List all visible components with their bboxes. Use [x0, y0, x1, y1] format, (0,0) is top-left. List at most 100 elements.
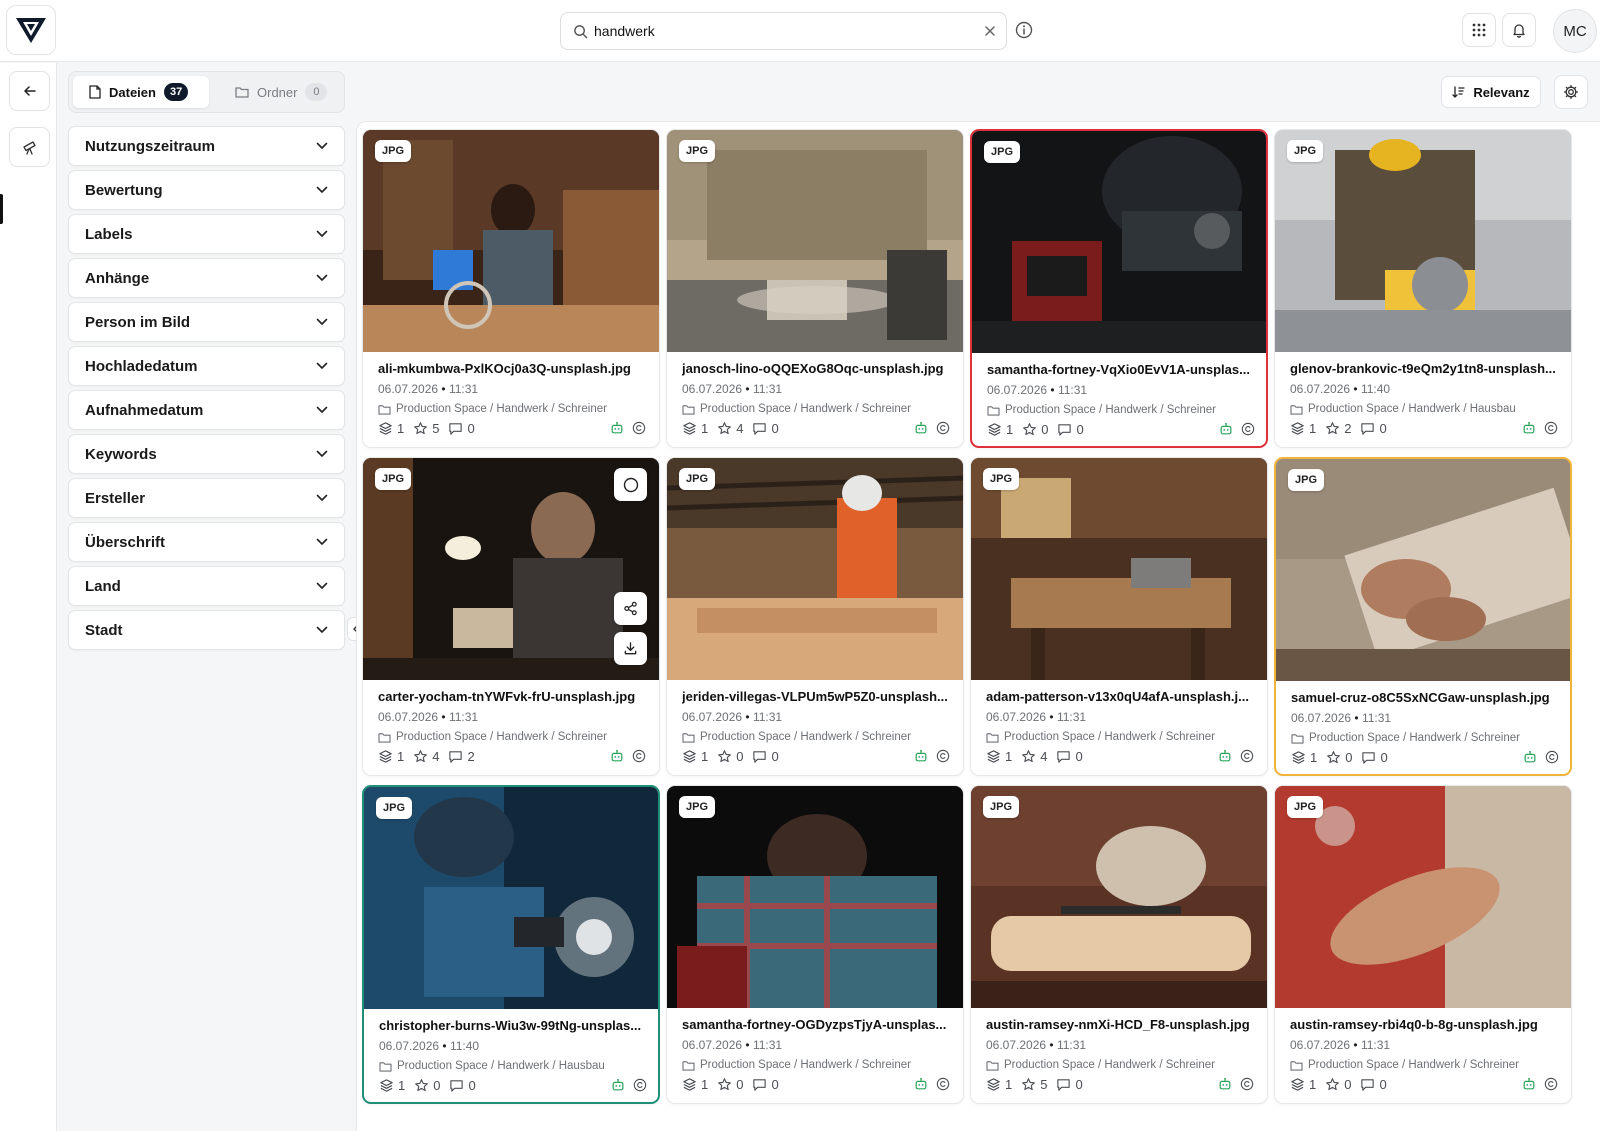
search-mode-button[interactable]: [9, 127, 50, 167]
tab-files[interactable]: Dateien 37: [73, 76, 209, 108]
apps-grid-button[interactable]: [1462, 13, 1496, 47]
share-button[interactable]: [614, 592, 647, 625]
chevron-down-icon: [316, 538, 328, 545]
asset-stats: 1 4 0: [986, 747, 1254, 765]
versions-icon: [379, 421, 392, 435]
info-icon[interactable]: [1014, 20, 1034, 40]
asset-thumbnail[interactable]: JPG: [1276, 459, 1570, 681]
asset-thumbnail[interactable]: JPG: [667, 786, 963, 1008]
file-type-badge: JPG: [679, 140, 716, 162]
versions-count-value: 1: [1310, 749, 1318, 765]
versions-icon: [379, 749, 392, 763]
folder-path[interactable]: Production Space / Handwerk / Schreiner: [682, 401, 952, 417]
asset-card[interactable]: JPG jeriden-villegas-VLPUm5wP5Z0-unsplash…: [666, 457, 964, 776]
versions-count: 1: [682, 1077, 708, 1092]
asset-status-icons: [602, 749, 646, 763]
asset-card[interactable]: JPG ali-mkumbwa-PxlKOcj0a3Q-unsplash.jpg 0…: [362, 129, 660, 448]
file-type-badge: JPG: [1287, 140, 1324, 162]
asset-thumbnail[interactable]: JPG: [971, 786, 1267, 1008]
copyright-icon: [936, 749, 950, 763]
filter-ersteller[interactable]: Ersteller: [68, 478, 345, 518]
versions-count-value: 1: [1005, 748, 1013, 764]
user-avatar[interactable]: MC: [1553, 9, 1597, 53]
versions-icon: [1291, 421, 1304, 435]
app-logo[interactable]: [6, 5, 56, 55]
asset-meta: austin-ramsey-nmXi-HCD_F8-unsplash.jpg 06…: [986, 1016, 1256, 1073]
filter-label: Ersteller: [85, 489, 146, 507]
copyright-icon: [1544, 421, 1558, 435]
filter-land[interactable]: Land: [68, 566, 345, 606]
filter-stadt[interactable]: Stadt: [68, 610, 345, 650]
asset-card[interactable]: JPG samantha-fortney-OGDyzpsTjyA-unsplas.…: [666, 785, 964, 1104]
rating-value: 0: [433, 1077, 441, 1093]
filter-hochladedatum[interactable]: Hochladedatum: [68, 346, 345, 386]
asset-card[interactable]: JPG austin-ramsey-rbi4q0-b-8g-unsplash.jp…: [1274, 785, 1572, 1104]
date-value: 06.07.2026: [379, 1039, 440, 1053]
view-settings-button[interactable]: [1554, 75, 1588, 109]
asset-thumbnail[interactable]: JPG: [1275, 130, 1571, 352]
folder-path[interactable]: Production Space / Handwerk / Hausbau: [379, 1058, 649, 1074]
asset-thumbnail[interactable]: JPG: [363, 458, 659, 680]
asset-thumbnail[interactable]: JPG: [971, 458, 1267, 680]
asset-card[interactable]: JPG christopher-burns-Wiu3w-99tNg-unsplas…: [362, 785, 660, 1104]
star-icon: [1022, 749, 1036, 762]
search-bar: [560, 12, 1007, 50]
file-name: samantha-fortney-OGDyzpsTjyA-unsplas...: [682, 1017, 947, 1032]
comments-count-value: 0: [1076, 421, 1084, 437]
filter-person-im-bild[interactable]: Person im Bild: [68, 302, 345, 342]
asset-card[interactable]: JPG austin-ramsey-nmXi-HCD_F8-unsplash.jp…: [970, 785, 1268, 1104]
select-checkbox[interactable]: [614, 468, 647, 501]
asset-card[interactable]: JPG samuel-cruz-o8C5SxNCGaw-unsplash.jpg 0…: [1274, 457, 1572, 776]
asset-card[interactable]: JPG carter-yocham-tnYWFvk-frU-unsplash.jp…: [362, 457, 660, 776]
asset-card[interactable]: JPG adam-patterson-v13x0qU4afA-unsplash.j…: [970, 457, 1268, 776]
folder-icon: [378, 404, 391, 415]
folder-path[interactable]: Production Space / Handwerk / Schreiner: [378, 729, 648, 745]
folder-path[interactable]: Production Space / Handwerk / Hausbau: [1290, 401, 1560, 417]
download-button[interactable]: [614, 632, 647, 665]
asset-card[interactable]: JPG samantha-fortney-VqXio0EvV1A-unsplas.…: [970, 129, 1268, 448]
search-input[interactable]: [594, 20, 974, 42]
comments-count-value: 0: [771, 748, 779, 764]
versions-icon: [683, 1077, 696, 1091]
back-button[interactable]: [9, 71, 50, 111]
asset-thumbnail[interactable]: JPG: [364, 787, 658, 1009]
copyright-icon: [936, 421, 950, 435]
filter-nutzungszeitraum[interactable]: Nutzungszeitraum: [68, 126, 345, 166]
filter-labels[interactable]: Labels: [68, 214, 345, 254]
folder-path[interactable]: Production Space / Handwerk / Schreiner: [682, 729, 952, 745]
asset-thumbnail[interactable]: JPG: [972, 131, 1266, 353]
folder-path[interactable]: Production Space / Handwerk / Schreiner: [378, 401, 648, 417]
copyright-icon: [1545, 750, 1559, 764]
rating: 0: [1325, 1077, 1351, 1092]
filter-keywords[interactable]: Keywords: [68, 434, 345, 474]
asset-status-icons: [1210, 749, 1254, 763]
folder-path[interactable]: Production Space / Handwerk / Schreiner: [682, 1057, 952, 1073]
asset-thumbnail[interactable]: JPG: [667, 458, 963, 680]
folder-path[interactable]: Production Space / Handwerk / Schreiner: [986, 729, 1256, 745]
filter-überschrift[interactable]: Überschrift: [68, 522, 345, 562]
folder-icon: [1291, 733, 1304, 744]
filter-bewertung[interactable]: Bewertung: [68, 170, 345, 210]
asset-thumbnail[interactable]: JPG: [363, 130, 659, 352]
filter-aufnahmedatum[interactable]: Aufnahmedatum: [68, 390, 345, 430]
sort-button[interactable]: Relevanz: [1441, 76, 1541, 108]
folder-icon: [682, 404, 695, 415]
folder-path[interactable]: Production Space / Handwerk / Schreiner: [987, 402, 1257, 418]
notifications-button[interactable]: [1502, 13, 1536, 47]
tab-folders[interactable]: Ordner 0: [219, 76, 339, 108]
folder-icon: [378, 732, 391, 743]
comments-count: 0: [1361, 750, 1388, 765]
asset-thumbnail[interactable]: JPG: [1275, 786, 1571, 1008]
comments-count: 0: [448, 421, 475, 436]
folder-path[interactable]: Production Space / Handwerk / Schreiner: [986, 1057, 1256, 1073]
folder-path[interactable]: Production Space / Handwerk / Schreiner: [1290, 1057, 1560, 1073]
time-value: 11:31: [752, 382, 783, 396]
folder-path[interactable]: Production Space / Handwerk / Schreiner: [1291, 730, 1561, 746]
comment-icon: [1361, 422, 1375, 435]
asset-thumbnail[interactable]: JPG: [667, 130, 963, 352]
clear-search-icon[interactable]: [982, 23, 998, 39]
asset-card[interactable]: JPG janosch-lino-oQQEXoG8Oqc-unsplash.jpg…: [666, 129, 964, 448]
filter-anhänge[interactable]: Anhänge: [68, 258, 345, 298]
file-type-badge: JPG: [983, 468, 1020, 490]
asset-card[interactable]: JPG glenov-brankovic-t9eQm2y1tn8-unsplash…: [1274, 129, 1572, 448]
